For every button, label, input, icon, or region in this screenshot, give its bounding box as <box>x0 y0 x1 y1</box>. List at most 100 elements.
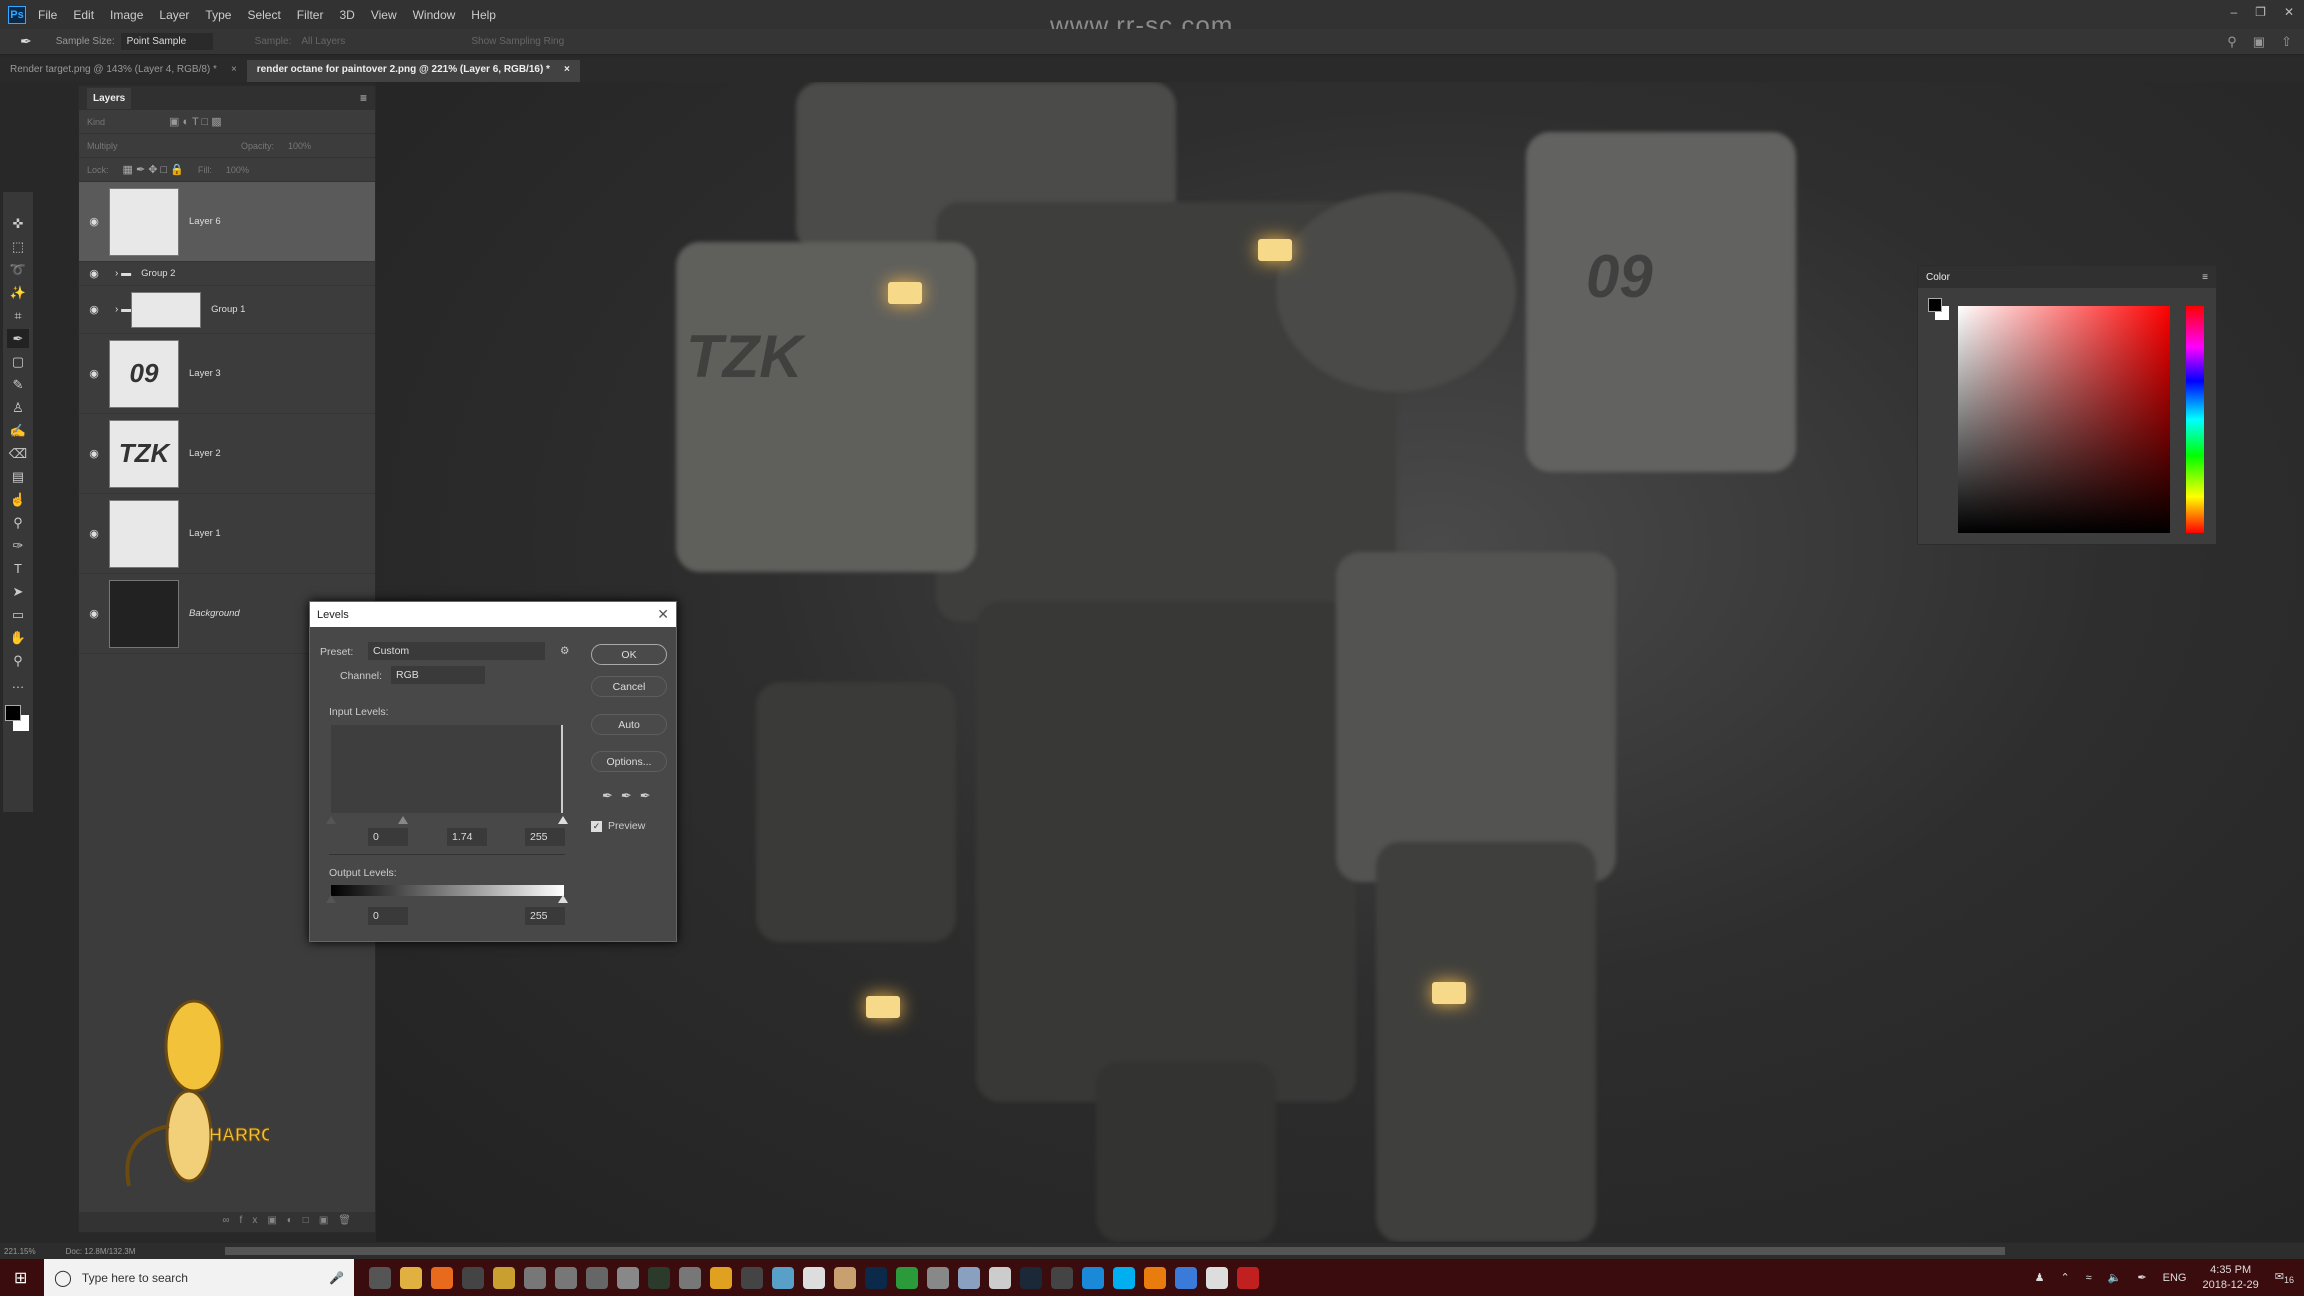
visibility-eye-icon[interactable]: ◉ <box>79 527 109 540</box>
mari-icon[interactable] <box>709 1266 732 1289</box>
menu-edit[interactable]: Edit <box>73 8 94 22</box>
sample-size-select[interactable]: Point Sample <box>120 33 213 50</box>
panel-menu-icon[interactable]: ≡ <box>360 91 367 105</box>
menu-filter[interactable]: Filter <box>297 8 324 22</box>
eyedropper-icon[interactable]: ✒ <box>20 33 32 50</box>
menu-window[interactable]: Window <box>413 8 456 22</box>
file-explorer-icon[interactable] <box>399 1266 422 1289</box>
search-icon[interactable]: ⚲ <box>2227 34 2237 50</box>
menu-type[interactable]: Type <box>205 8 231 22</box>
pen-icon[interactable]: ✑ <box>7 536 29 555</box>
dodge-icon[interactable]: ⚲ <box>7 513 29 532</box>
app-icon[interactable] <box>895 1266 918 1289</box>
layer-row[interactable]: ◉ Layer 6 <box>79 182 375 262</box>
layer-row[interactable]: ◉ 09 Layer 3 <box>79 334 375 414</box>
task-view-icon[interactable] <box>368 1266 391 1289</box>
sample-select[interactable]: All Layers <box>301 36 451 47</box>
app-icon[interactable] <box>802 1266 825 1289</box>
app-icon[interactable] <box>616 1266 639 1289</box>
type-icon[interactable]: T <box>7 559 29 578</box>
menu-select[interactable]: Select <box>247 8 280 22</box>
menu-layer[interactable]: Layer <box>159 8 189 22</box>
notifications-icon[interactable]: ✉16 <box>2275 1270 2294 1285</box>
cancel-button[interactable]: Cancel <box>591 676 667 697</box>
preview-checkbox[interactable]: ✓ Preview <box>591 820 645 832</box>
blender-icon[interactable] <box>1143 1266 1166 1289</box>
wifi-icon[interactable]: ≈ <box>2086 1272 2092 1284</box>
foreground-swatch[interactable] <box>1928 298 1942 312</box>
app-icon[interactable] <box>554 1266 577 1289</box>
options-button[interactable]: Options... <box>591 751 667 772</box>
auto-button[interactable]: Auto <box>591 714 667 735</box>
fill-field[interactable]: 100% <box>226 165 249 175</box>
filter-icons[interactable]: ▣ ◐ T □ ▩ <box>169 115 222 128</box>
visibility-eye-icon[interactable]: ◉ <box>79 607 109 620</box>
zoom-icon[interactable]: ⚲ <box>7 651 29 670</box>
input-black-slider[interactable] <box>326 816 336 824</box>
volume-icon[interactable]: 🔈 <box>2108 1271 2122 1284</box>
hue-slider[interactable] <box>2186 306 2204 533</box>
move-icon[interactable]: ✜ <box>7 214 29 233</box>
opacity-field[interactable]: 100% <box>288 141 311 151</box>
app-icon[interactable] <box>1050 1266 1073 1289</box>
app-icon[interactable] <box>988 1266 1011 1289</box>
menu-view[interactable]: View <box>371 8 397 22</box>
kind-filter[interactable]: Kind <box>87 117 105 127</box>
chrome-icon[interactable] <box>678 1266 701 1289</box>
stamp-icon[interactable]: ♙ <box>7 398 29 417</box>
language-indicator[interactable]: ENG <box>2163 1272 2187 1284</box>
crop-icon[interactable]: ⌗ <box>7 306 29 325</box>
obs-icon[interactable] <box>461 1266 484 1289</box>
output-white-field[interactable]: 255 <box>525 907 565 925</box>
people-icon[interactable]: ♟ <box>2035 1271 2045 1284</box>
channel-select[interactable]: RGB <box>391 666 485 684</box>
horizontal-scrollbar[interactable] <box>225 1247 2006 1255</box>
input-gamma-slider[interactable] <box>398 816 408 824</box>
layer-row[interactable]: ◉ Layer 1 <box>79 494 375 574</box>
microphone-icon[interactable]: 🎤 <box>329 1271 344 1285</box>
saturation-field[interactable] <box>1958 306 2170 533</box>
daz-studio-icon[interactable] <box>647 1266 670 1289</box>
marquee-icon[interactable]: ⬚ <box>7 237 29 256</box>
gradient-icon[interactable]: ▤ <box>7 467 29 486</box>
menu-3d[interactable]: 3D <box>339 8 354 22</box>
app-icon[interactable] <box>585 1266 608 1289</box>
app-icon[interactable] <box>833 1266 856 1289</box>
app-icon[interactable] <box>1236 1266 1259 1289</box>
taskbar-search[interactable]: ◯ Type here to search 🎤 <box>44 1259 354 1296</box>
clock[interactable]: 4:35 PM 2018-12-29 <box>2202 1263 2258 1293</box>
eraser-icon[interactable]: ⌫ <box>7 444 29 463</box>
brush-icon[interactable]: ✎ <box>7 375 29 394</box>
tab-render-octane[interactable]: render octane for paintover 2.png @ 221%… <box>246 60 580 82</box>
hand-icon[interactable]: ✋ <box>7 628 29 647</box>
windows-start-icon[interactable]: ⊞ <box>14 1268 27 1288</box>
show-sampling-ring-checkbox[interactable]: Show Sampling Ring <box>471 36 564 47</box>
color-swatches[interactable] <box>5 705 31 735</box>
skype-icon[interactable] <box>1112 1266 1135 1289</box>
output-black-field[interactable]: 0 <box>368 907 408 925</box>
app-icon[interactable] <box>1174 1266 1197 1289</box>
app-icon[interactable] <box>957 1266 980 1289</box>
preset-select[interactable]: Custom <box>368 642 545 660</box>
app-icon[interactable] <box>492 1266 515 1289</box>
app-icon[interactable] <box>1205 1266 1228 1289</box>
visibility-eye-icon[interactable]: ◉ <box>79 215 109 228</box>
output-black-slider[interactable] <box>326 895 336 903</box>
output-white-slider[interactable] <box>558 895 568 903</box>
layer-row[interactable]: ◉ › ▬ Group 2 <box>79 262 375 286</box>
close-tab-icon[interactable]: × <box>564 64 570 78</box>
shape-icon[interactable]: ▭ <box>7 605 29 624</box>
app-icon[interactable] <box>523 1266 546 1289</box>
input-white-field[interactable]: 255 <box>525 828 565 846</box>
smudge-icon[interactable]: ☝ <box>7 490 29 509</box>
photoshop-icon[interactable] <box>864 1266 887 1289</box>
share-icon[interactable]: ⇧ <box>2281 34 2292 50</box>
path-select-icon[interactable]: ➤ <box>7 582 29 601</box>
close-icon[interactable]: ✕ <box>2284 5 2294 19</box>
visibility-eye-icon[interactable]: ◉ <box>79 303 109 316</box>
panel-menu-icon[interactable]: ≡ <box>2202 272 2208 283</box>
app-icon[interactable] <box>771 1266 794 1289</box>
eyedropper-tools[interactable]: ✒✒✒ <box>602 788 659 804</box>
workspace-icon[interactable]: ▣ <box>2253 34 2265 50</box>
lock-icons[interactable]: ▦ ✒ ✥ □ 🔒 <box>123 163 184 176</box>
